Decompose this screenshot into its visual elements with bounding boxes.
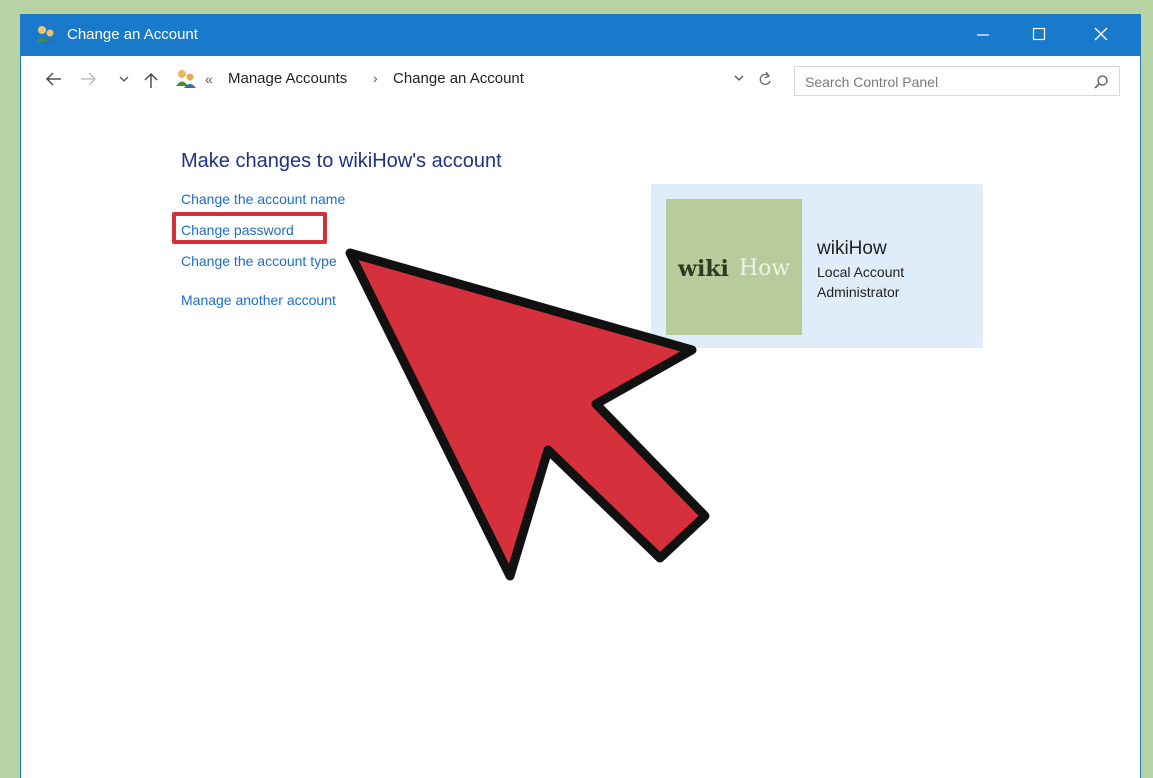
address-bar[interactable]: « Manage Accounts › Change an Account bbox=[173, 66, 782, 94]
breadcrumb-separator[interactable]: › bbox=[373, 70, 378, 86]
account-name: wikiHow bbox=[817, 238, 887, 259]
close-icon bbox=[1094, 27, 1108, 41]
back-arrow-icon[interactable] bbox=[45, 71, 63, 87]
change-account-name-link[interactable]: Change the account name bbox=[181, 191, 345, 207]
maximize-button[interactable] bbox=[1012, 14, 1068, 56]
search-input[interactable] bbox=[803, 71, 1087, 93]
user-accounts-icon bbox=[36, 26, 56, 44]
change-account-type-link[interactable]: Change the account type bbox=[181, 253, 337, 269]
highlight-box bbox=[172, 212, 327, 244]
title-bar[interactable]: Change an Account bbox=[21, 14, 1140, 56]
control-panel-window: Change an Account « Manage Accounts › Ch… bbox=[20, 14, 1141, 778]
user-accounts-icon bbox=[176, 70, 196, 88]
manage-another-account-link[interactable]: Manage another account bbox=[181, 292, 336, 308]
account-card: wiki How wikiHow Local Account Administr… bbox=[651, 184, 983, 348]
window-title: Change an Account bbox=[67, 26, 198, 43]
avatar: wiki How bbox=[666, 199, 802, 335]
page-title: Make changes to wikiHow's account bbox=[181, 150, 502, 172]
breadcrumb-change-account[interactable]: Change an Account bbox=[393, 70, 524, 87]
main-content: Make changes to wikiHow's account Change… bbox=[21, 106, 1140, 778]
breadcrumb-manage-accounts[interactable]: Manage Accounts bbox=[228, 70, 347, 87]
forward-arrow-icon[interactable] bbox=[79, 71, 97, 87]
minimize-button[interactable] bbox=[956, 14, 1012, 56]
search-box[interactable] bbox=[794, 66, 1120, 96]
avatar-logo-how: How bbox=[739, 256, 791, 281]
refresh-icon[interactable] bbox=[757, 70, 773, 88]
minimize-icon bbox=[977, 34, 989, 36]
maximize-icon bbox=[1032, 27, 1046, 41]
search-icon[interactable] bbox=[1093, 74, 1109, 90]
account-role: Administrator bbox=[817, 284, 900, 300]
address-overflow-chevron[interactable]: « bbox=[205, 71, 213, 87]
avatar-logo-wiki: wiki bbox=[678, 256, 729, 282]
address-dropdown-icon[interactable] bbox=[733, 71, 745, 85]
up-arrow-icon[interactable] bbox=[143, 71, 159, 89]
close-button[interactable] bbox=[1074, 14, 1130, 56]
account-type: Local Account bbox=[817, 264, 905, 280]
chevron-down-icon[interactable] bbox=[119, 75, 129, 83]
navigation-bar: « Manage Accounts › Change an Account bbox=[21, 56, 1140, 106]
